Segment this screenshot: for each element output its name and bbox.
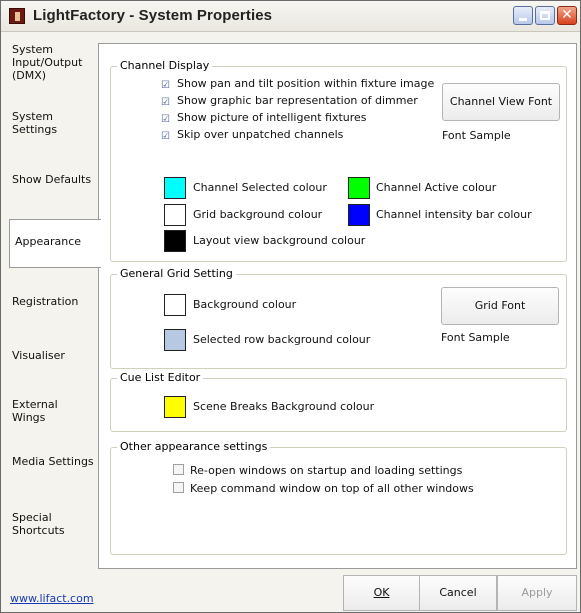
window-title: LightFactory - System Properties: [33, 7, 273, 24]
checkbox-label: Show pan and tilt position within fixtur…: [177, 77, 435, 90]
maximize-button[interactable]: [535, 6, 555, 25]
grid-background-colour-swatch[interactable]: [164, 204, 186, 226]
grid-font-button[interactable]: Grid Font: [441, 287, 559, 325]
tab-label: External Wings: [12, 398, 58, 424]
apply-button[interactable]: Apply: [497, 575, 577, 611]
tab-system-input-output[interactable]: System Input/Output (DMX): [9, 42, 97, 88]
checkbox-reopen-windows[interactable]: Re-open windows on startup and loading s…: [173, 464, 462, 478]
tab-appearance[interactable]: Appearance: [9, 219, 101, 268]
lightfactory-app-icon: [9, 8, 25, 24]
channel-view-font-button[interactable]: Channel View Font: [442, 83, 560, 121]
tab-label: Appearance: [15, 235, 82, 248]
ok-button[interactable]: OK: [343, 575, 420, 611]
close-button[interactable]: ✕: [557, 6, 577, 25]
colour-label: Layout view background colour: [193, 234, 366, 247]
checkbox-label: Keep command window on top of all other …: [190, 482, 474, 495]
tab-special-shortcuts[interactable]: Special Shortcuts: [9, 510, 97, 540]
apply-button-label: Apply: [521, 586, 553, 599]
minimize-button[interactable]: [513, 6, 533, 25]
colour-label: Background colour: [193, 298, 297, 311]
appearance-panel: Channel Display ☑ Show pan and tilt posit…: [98, 43, 577, 569]
tab-label: Registration: [12, 295, 79, 308]
channel-active-colour-swatch[interactable]: [348, 177, 370, 199]
tab-external-wings[interactable]: External Wings: [9, 397, 97, 427]
colour-label: Channel intensity bar colour: [376, 208, 532, 221]
tab-visualiser[interactable]: Visualiser: [9, 348, 97, 368]
channel-intensity-bar-colour-swatch[interactable]: [348, 204, 370, 226]
tab-label: Special Shortcuts: [12, 511, 65, 537]
checkbox-checked-icon: ☑: [161, 114, 170, 125]
settings-tab-list: System Input/Output (DMX) System Setting…: [9, 42, 101, 569]
colour-label: Channel Active colour: [376, 181, 497, 194]
close-icon: ✕: [561, 7, 573, 23]
tab-label: System Settings: [12, 110, 58, 136]
checkbox-label: Re-open windows on startup and loading s…: [190, 464, 463, 477]
cancel-button-label: Cancel: [439, 586, 477, 599]
checkbox-picture-intelligent-fixtures[interactable]: ☑ Show picture of intelligent fixtures: [160, 111, 367, 125]
cue-list-editor-group: Cue List Editor Scene Breaks Background …: [110, 371, 567, 432]
dialog-footer: www.lifact.com OK Cancel Apply: [1, 571, 580, 613]
cancel-button[interactable]: Cancel: [419, 575, 497, 611]
colour-label: Grid background colour: [193, 208, 323, 221]
checkbox-skip-unpatched[interactable]: ☑ Skip over unpatched channels: [160, 128, 343, 142]
channel-selected-colour-swatch[interactable]: [164, 177, 186, 199]
checkbox-checked-icon: ☑: [161, 131, 170, 142]
title-bar[interactable]: LightFactory - System Properties ✕: [1, 1, 580, 32]
maximize-icon: [540, 11, 550, 20]
checkbox-pan-tilt-position[interactable]: ☑ Show pan and tilt position within fixtu…: [160, 77, 434, 91]
tab-media-settings[interactable]: Media Settings: [9, 454, 97, 484]
other-appearance-settings-group: Other appearance settings Re-open window…: [110, 440, 567, 555]
tab-label: Visualiser: [12, 349, 65, 362]
colour-label: Channel Selected colour: [193, 181, 327, 194]
checkbox-label: Show graphic bar representation of dimme…: [177, 94, 418, 107]
website-link[interactable]: www.lifact.com: [10, 592, 94, 605]
checkbox-unchecked-icon: [173, 464, 184, 475]
tab-label: System Input/Output (DMX): [12, 43, 83, 82]
checkbox-keep-command-window-on-top[interactable]: Keep command window on top of all other …: [173, 482, 474, 496]
group-legend: Channel Display: [117, 59, 213, 73]
layout-view-background-colour-swatch[interactable]: [164, 230, 186, 252]
tab-system-settings[interactable]: System Settings: [9, 109, 97, 145]
group-legend: Other appearance settings: [117, 440, 271, 454]
scene-breaks-background-colour-swatch[interactable]: [164, 396, 186, 418]
checkbox-label: Show picture of intelligent fixtures: [177, 111, 367, 124]
checkbox-graphic-bar-dimmer[interactable]: ☑ Show graphic bar representation of dimm…: [160, 94, 418, 108]
ok-button-label: OK: [373, 586, 390, 599]
tab-label: Show Defaults: [12, 173, 92, 186]
group-legend: Cue List Editor: [117, 371, 204, 385]
selected-row-background-colour-swatch[interactable]: [164, 329, 186, 351]
grid-font-sample: Font Sample: [441, 331, 510, 344]
colour-label: Selected row background colour: [193, 333, 371, 346]
channel-font-sample: Font Sample: [442, 129, 511, 142]
checkbox-label: Skip over unpatched channels: [177, 128, 344, 141]
channel-display-group: Channel Display ☑ Show pan and tilt posit…: [110, 59, 567, 262]
checkbox-unchecked-icon: [173, 482, 184, 493]
colour-label: Scene Breaks Background colour: [193, 400, 375, 413]
grid-background-colour-swatch[interactable]: [164, 294, 186, 316]
checkbox-checked-icon: ☑: [161, 97, 170, 108]
tab-show-defaults[interactable]: Show Defaults: [9, 172, 97, 208]
tab-label: Media Settings: [12, 455, 94, 468]
group-legend: General Grid Setting: [117, 267, 236, 281]
checkbox-checked-icon: ☑: [161, 80, 170, 91]
system-properties-window: LightFactory - System Properties ✕ Syste…: [0, 0, 581, 613]
general-grid-setting-group: General Grid Setting Background colour S…: [110, 267, 567, 369]
tab-registration[interactable]: Registration: [9, 294, 97, 314]
minimize-icon: [519, 18, 527, 21]
